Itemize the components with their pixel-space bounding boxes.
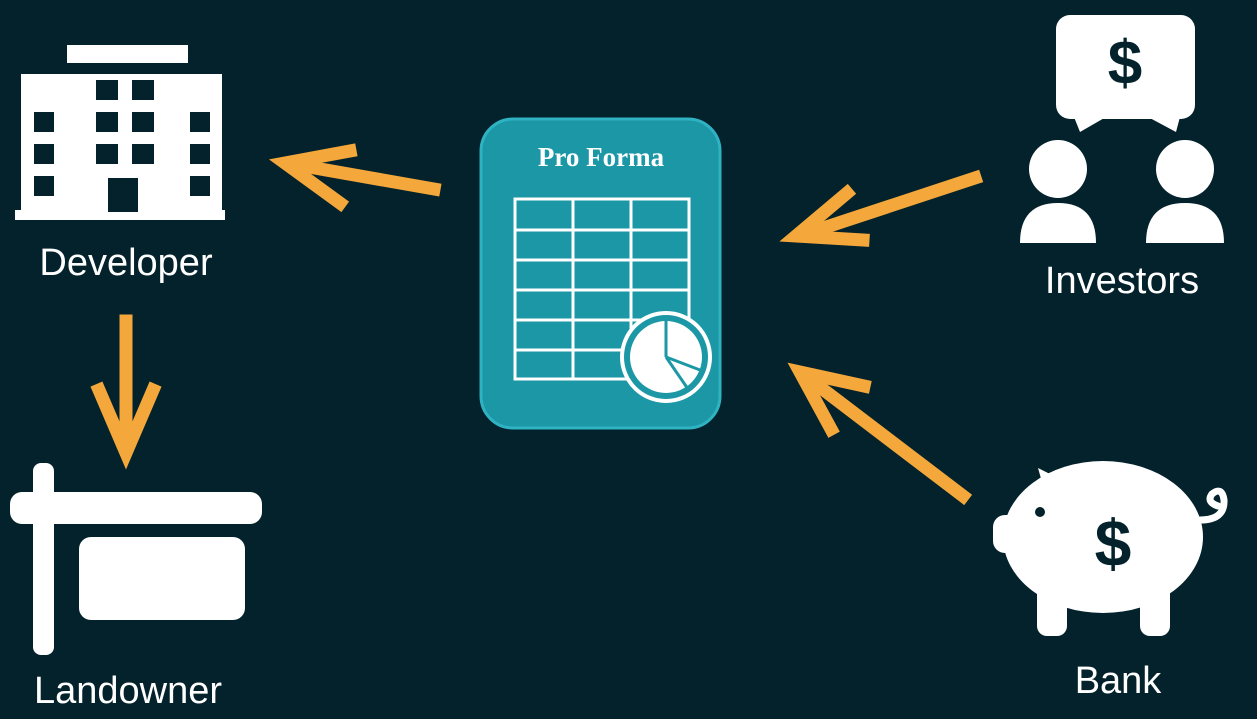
piggy-bank-icon: $ <box>993 461 1228 636</box>
for-sale-sign-icon <box>10 463 262 655</box>
investors-speech-bubble-icon: $ <box>1020 15 1224 243</box>
svg-text:$: $ <box>1095 506 1132 580</box>
arrow-investors-to-pro-forma <box>779 169 984 247</box>
diagram-canvas: $ $ <box>10 15 1228 655</box>
office-building-icon <box>15 45 225 220</box>
pro-forma-title: Pro Forma <box>537 142 665 172</box>
bank-label: Bank <box>1074 660 1162 702</box>
arrow-developer-to-landowner <box>90 314 162 470</box>
svg-text:$: $ <box>1108 29 1142 98</box>
arrow-bank-to-pro-forma <box>787 362 973 506</box>
landowner-label: Landowner <box>33 670 223 712</box>
developer-label: Developer <box>39 242 213 284</box>
investors-label: Investors <box>1044 260 1200 302</box>
arrow-pro-forma-to-developer <box>268 143 442 213</box>
